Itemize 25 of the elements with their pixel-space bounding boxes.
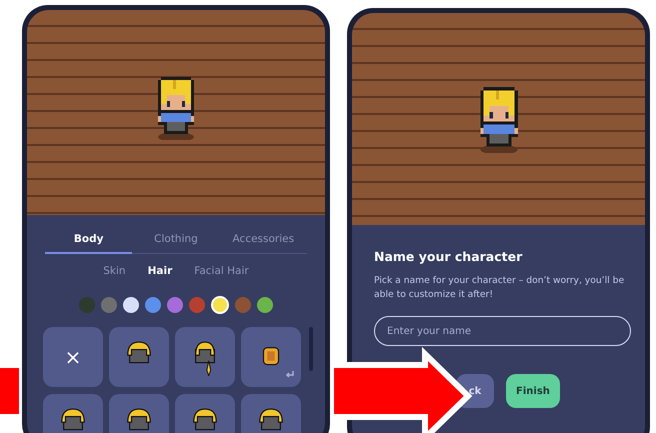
color-swatch[interactable] [211,296,229,314]
dialog-title: Name your character [374,249,524,264]
hairstyle-option[interactable] [175,327,235,387]
hairstyle-option[interactable] [241,327,301,387]
color-swatch[interactable] [167,297,183,313]
color-swatch[interactable] [101,297,117,313]
finish-button[interactable]: Finish [506,374,560,408]
hairstyle-option[interactable] [109,327,169,387]
subcategory-tab[interactable]: Facial Hair [194,265,249,277]
no-hair-option[interactable]: × [43,327,103,387]
subcategory-tab[interactable]: Skin [103,265,126,277]
color-swatch[interactable] [79,297,95,313]
category-tab[interactable]: Body [45,229,132,254]
scrollbar[interactable] [309,327,313,371]
dialog-description: Pick a name for your character – don’t worry, you’ll be able to customize it after! [374,274,626,302]
color-swatch[interactable] [145,297,161,313]
color-swatch[interactable] [257,297,273,313]
subcategory-tab[interactable]: Hair [148,265,172,277]
return-arrow-icon [285,371,295,379]
color-swatch[interactable] [189,297,205,313]
color-swatch[interactable] [123,297,139,313]
name-input-field[interactable]: Enter your name [374,316,631,346]
color-swatch[interactable] [235,297,251,313]
category-tab[interactable]: Accessories [220,229,307,254]
category-tab[interactable]: Clothing [132,229,220,254]
